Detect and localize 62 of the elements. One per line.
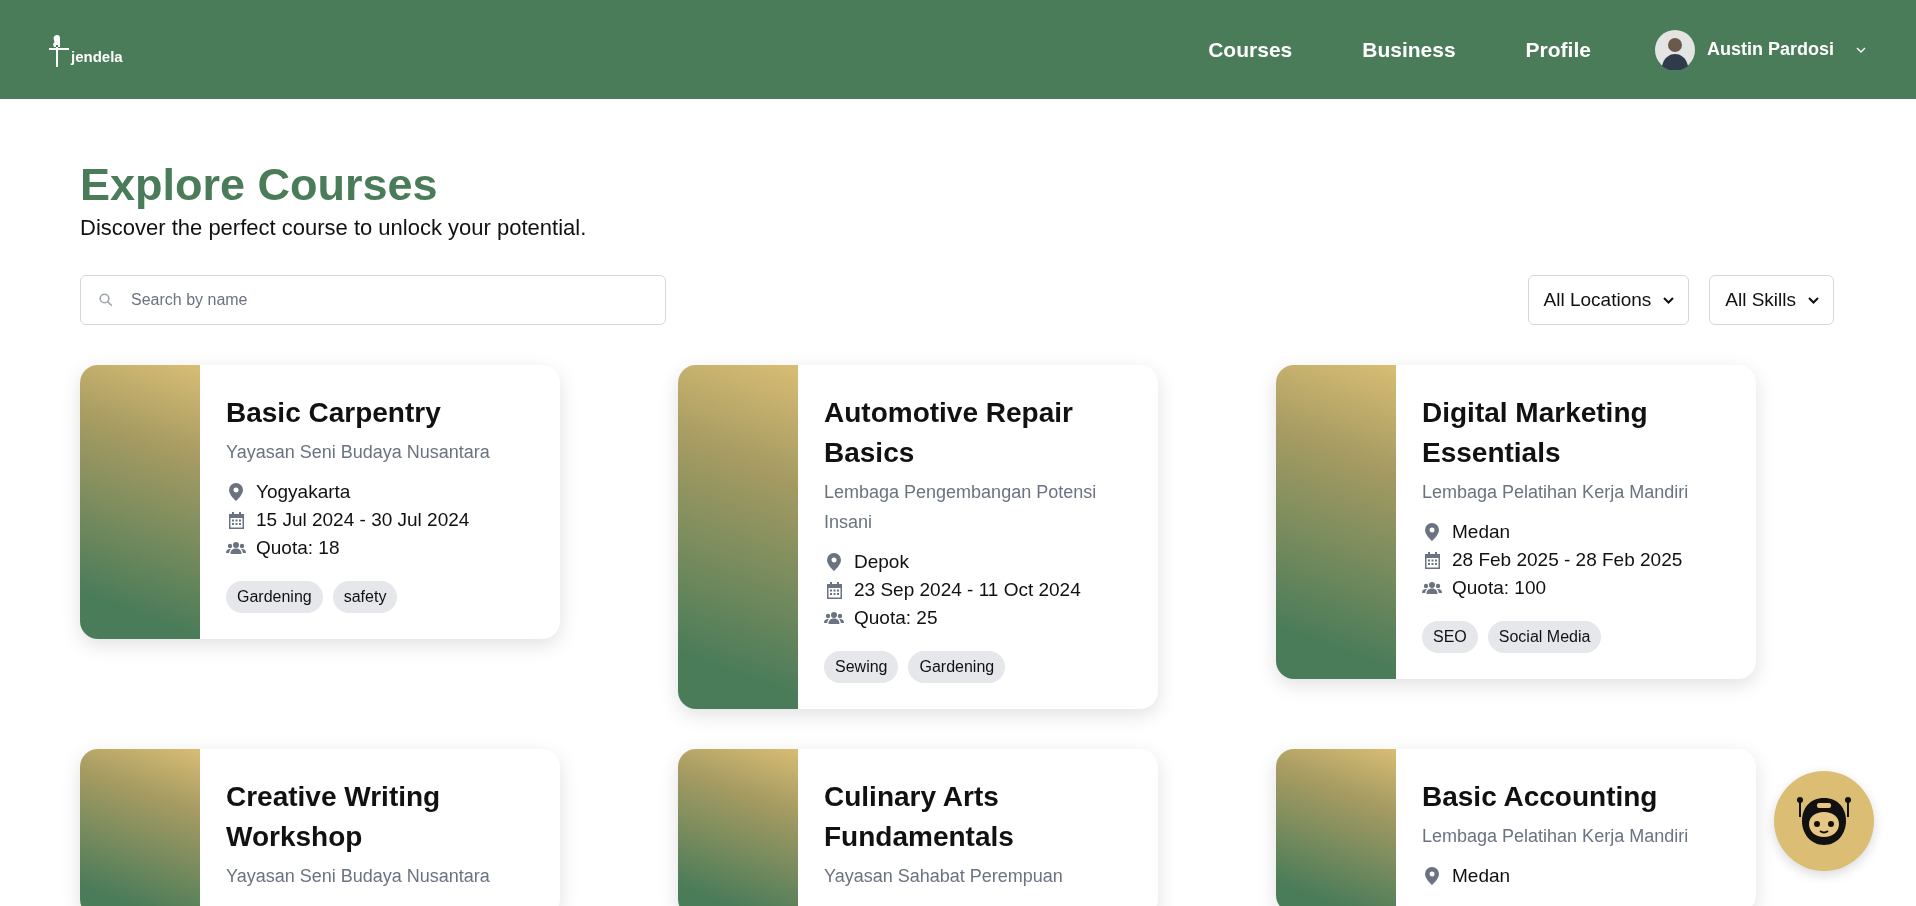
chevron-icon — [1663, 296, 1675, 304]
course-title: Creative Writing Workshop — [226, 780, 442, 854]
quota-text: Quota: 25 — [854, 607, 938, 629]
logo-text[interactable]: jendela — [71, 47, 123, 65]
course-title: Basic Carpentry — [226, 396, 442, 430]
search-field[interactable]: Search by name — [80, 275, 666, 325]
users-icon — [824, 611, 844, 625]
organizer-name: Yayasan Seni Budaya Nusantara — [226, 865, 491, 888]
calendar-icon — [228, 511, 244, 529]
skill-tag: Gardening — [908, 651, 1006, 683]
skill-tag: SEO — [1422, 621, 1478, 653]
course-title: Culinary Arts Fundamentals — [824, 780, 1015, 854]
skill-tag: Gardening — [226, 581, 323, 613]
page-subtitle: Discover the perfect course to unlock your potential. — [80, 215, 588, 241]
course-title: Digital Marketing Essentials — [1422, 396, 1649, 470]
organizer-name: Lembaga Pelatihan Kerja Mandiri — [1422, 481, 1690, 504]
location-text: Yogyakarta — [256, 481, 351, 503]
quota-text: Quota: 100 — [1452, 577, 1547, 599]
location-text: Medan — [1452, 521, 1511, 543]
location-text: Depok — [854, 551, 909, 573]
course-card[interactable]: Culinary Arts Fundamentals Yayasan Sahabat Perempuan — [678, 749, 1158, 906]
course-card[interactable]: Creative Writing Workshop Yayasan Seni Budaya Nusantara — [80, 749, 560, 906]
filter-dropdown[interactable]: All Locations — [1527, 275, 1690, 325]
map-pin-icon — [1425, 523, 1439, 541]
avatar-icon — [1654, 29, 1695, 70]
date-range: 15 Jul 2024 - 30 Jul 2024 — [256, 509, 470, 531]
users-icon — [1422, 581, 1442, 595]
map-pin-icon — [1425, 867, 1439, 885]
nav-link[interactable]: Profile — [1525, 37, 1591, 62]
skill-tag: Sewing — [824, 651, 899, 683]
user-menu[interactable]: Austin Pardosi — [1654, 29, 1866, 70]
organizer-name: Lembaga Pengembangan Potensi Insani — [824, 481, 1098, 534]
users-icon — [226, 541, 246, 555]
quota-text: Quota: 18 — [256, 537, 340, 559]
organizer-name: Yayasan Sahabat Perempuan — [824, 865, 1064, 888]
search-icon — [99, 293, 113, 307]
course-card[interactable]: Basic Carpentry Yayasan Seni Budaya Nusantara Yogyakarta 15 Jul 2024 - 30 Jul 2024 Quota: 18 Gardening safety — [80, 365, 560, 639]
nav-link[interactable]: Courses — [1208, 37, 1293, 62]
calendar-icon — [826, 581, 842, 599]
page-title: Explore Courses — [80, 159, 439, 211]
chevron-icon — [1808, 296, 1819, 304]
course-card[interactable]: Automotive Repair Basics Lembaga Pengembangan Potensi Insani Depok 23 Sep 2024 - 11 Oct 2024 Quota: 25 Sewing Gardening — [678, 365, 1158, 709]
logo-icon — [48, 32, 70, 67]
map-pin-icon — [827, 553, 841, 571]
chatbot-button[interactable] — [1774, 771, 1874, 871]
location-text: Medan — [1452, 865, 1511, 887]
course-card[interactable]: Basic Accounting Lembaga Pelatihan Kerja Mandiri Medan — [1276, 749, 1756, 906]
skill-tag: safety — [332, 581, 398, 613]
organizer-name: Lembaga Pelatihan Kerja Mandiri — [1422, 825, 1690, 848]
user-name: Austin Pardosi — [1706, 39, 1834, 60]
course-title: Basic Accounting — [1422, 780, 1659, 814]
date-range: 28 Feb 2025 - 28 Feb 2025 — [1452, 549, 1683, 571]
organizer-name: Yayasan Seni Budaya Nusantara — [226, 441, 491, 464]
filter-dropdown[interactable]: All Skills — [1709, 275, 1834, 325]
date-range: 23 Sep 2024 - 11 Oct 2024 — [854, 579, 1081, 601]
caret-icon — [1856, 46, 1866, 53]
calendar-icon — [1424, 551, 1440, 569]
course-title: Automotive Repair Basics — [824, 396, 1074, 470]
map-pin-icon — [229, 483, 243, 501]
nav-link[interactable]: Business — [1362, 37, 1456, 62]
skill-tag: Social Media — [1487, 621, 1602, 653]
course-card[interactable]: Digital Marketing Essentials Lembaga Pelatihan Kerja Mandiri Medan 28 Feb 2025 - 28 Feb 2025 Quota: 100 SEO Social Media — [1276, 365, 1756, 679]
